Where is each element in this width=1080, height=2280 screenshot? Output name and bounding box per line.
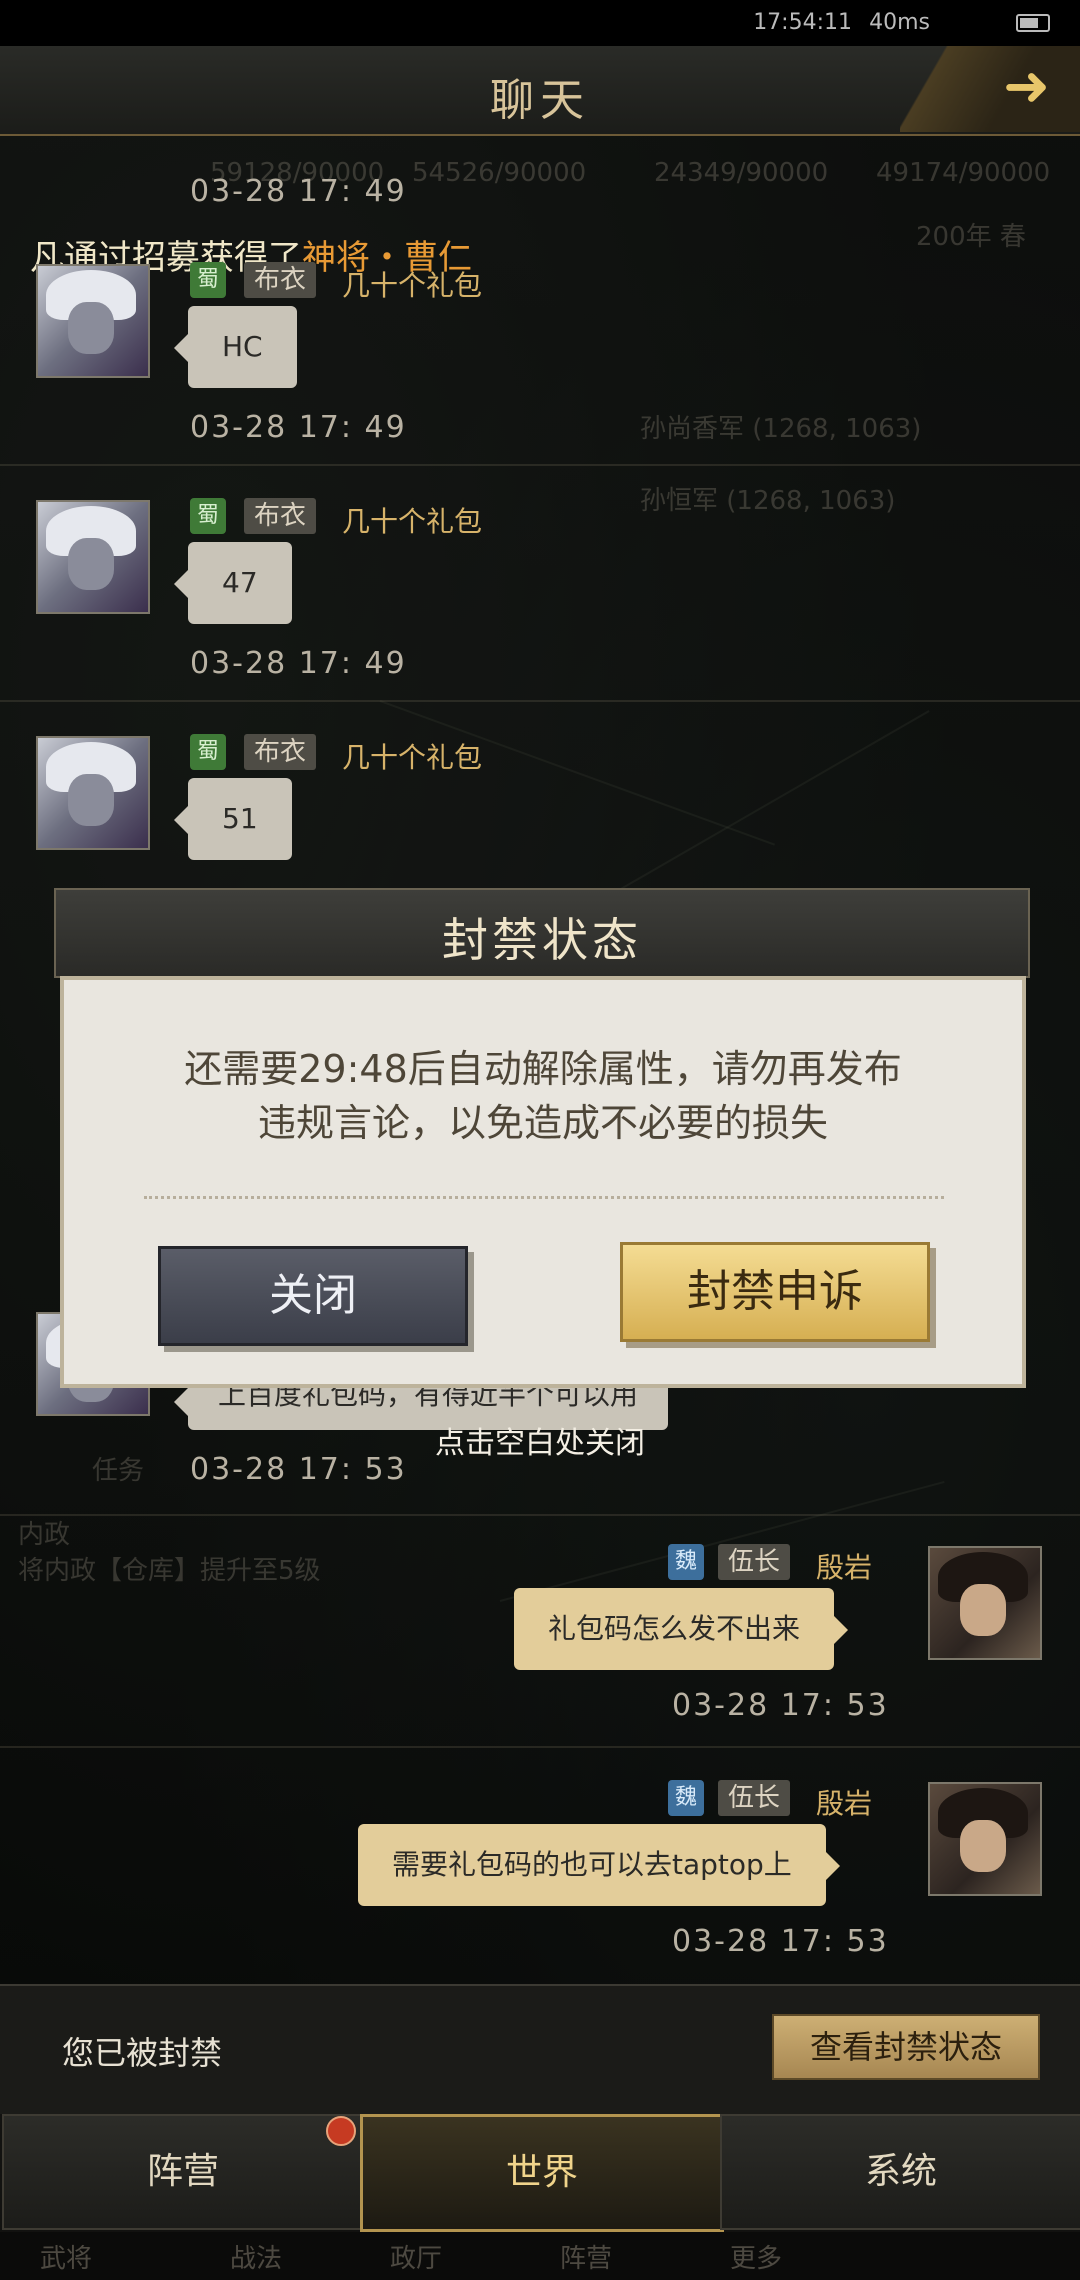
divider <box>0 1514 1080 1516</box>
channel-tabs: 阵营 世界 系统 <box>0 2114 1080 2232</box>
sender-name[interactable]: 几十个礼包 <box>342 736 482 776</box>
rank-badge: 伍长 <box>718 1544 791 1580</box>
arrow-right-icon: ➜ <box>1003 54 1050 119</box>
dialog-message-line-1: 还需要29:48后自动解除属性，请勿再发布 <box>184 1047 902 1091</box>
status-time: 17:54:11 <box>753 10 852 35</box>
divider <box>0 700 1080 702</box>
close-button[interactable]: 关闭 <box>158 1246 468 1346</box>
close-chat-button[interactable]: ➜ <box>900 46 1080 132</box>
message-time: 03-28 17: 49 <box>190 646 407 681</box>
rank-badge: 布衣 <box>244 262 317 298</box>
sender-name[interactable]: 几十个礼包 <box>342 264 482 304</box>
ban-notice: 您已被封禁 <box>62 2034 223 2072</box>
message-time: 03-28 17: 49 <box>190 174 407 209</box>
message-time: 03-28 17: 53 <box>672 1688 889 1723</box>
sender-name[interactable]: 殷岩 <box>816 1782 872 1822</box>
dialog-message-line-2: 违规言论，以免造成不必要的损失 <box>257 1101 828 1145</box>
avatar[interactable] <box>928 1782 1042 1896</box>
view-ban-status-button[interactable]: 查看封禁状态 <box>772 2014 1040 2080</box>
message-time: 03-28 17: 49 <box>190 410 407 445</box>
message-bubble[interactable]: HC <box>174 306 297 388</box>
battery-icon <box>1016 14 1050 32</box>
dialog-body: 还需要29:48后自动解除属性，请勿再发布 违规言论，以免造成不必要的损失 关闭… <box>60 976 1026 1388</box>
status-bar: 17:54:11 40ms <box>0 0 1080 46</box>
sender-name[interactable]: 几十个礼包 <box>342 500 482 540</box>
ban-status-bar: 您已被封禁 查看封禁状态 <box>0 1984 1080 2116</box>
message-bubble[interactable]: 需要礼包码的也可以去taptop上 <box>358 1824 840 1906</box>
tab-system[interactable]: 系统 <box>720 2114 1080 2230</box>
faction-badge: 魏 <box>668 1780 704 1816</box>
faction-badge: 蜀 <box>190 262 226 298</box>
rank-badge: 布衣 <box>244 498 317 534</box>
sender-name[interactable]: 殷岩 <box>816 1546 872 1586</box>
faction-badge: 蜀 <box>190 734 226 770</box>
nav-item: 政厅 <box>390 2244 443 2274</box>
ban-status-dialog: 封禁状态 还需要29:48后自动解除属性，请勿再发布 违规言论，以免造成不必要的… <box>54 888 1030 1388</box>
nav-item: 更多 <box>730 2244 783 2274</box>
message-bubble[interactable]: 47 <box>174 542 292 624</box>
nav-item: 战法 <box>230 2244 283 2274</box>
faction-badge: 魏 <box>668 1544 704 1580</box>
avatar[interactable] <box>36 264 150 378</box>
avatar[interactable] <box>928 1546 1042 1660</box>
network-latency: 40ms <box>869 10 930 35</box>
tab-world[interactable]: 世界 <box>360 2114 724 2232</box>
nav-item: 阵营 <box>560 2244 613 2274</box>
dialog-message: 还需要29:48后自动解除属性，请勿再发布 违规言论，以免造成不必要的损失 <box>64 1042 1022 1150</box>
divider <box>0 1746 1080 1748</box>
faction-badge: 蜀 <box>190 498 226 534</box>
game-bottom-nav: 武将 战法 政厅 阵营 更多 <box>0 2232 1080 2280</box>
ban-appeal-button[interactable]: 封禁申诉 <box>620 1242 930 1342</box>
rank-badge: 布衣 <box>244 734 317 770</box>
avatar[interactable] <box>36 736 150 850</box>
rank-badge: 伍长 <box>718 1780 791 1816</box>
dotted-divider <box>144 1196 944 1199</box>
notification-dot <box>326 2116 356 2146</box>
dialog-title: 封禁状态 <box>442 913 642 967</box>
message-bubble[interactable]: 礼包码怎么发不出来 <box>514 1588 849 1670</box>
avatar[interactable] <box>36 500 150 614</box>
message-bubble[interactable]: 51 <box>174 778 292 860</box>
divider <box>0 464 1080 466</box>
nav-item: 武将 <box>40 2244 93 2274</box>
message-time: 03-28 17: 53 <box>672 1924 889 1959</box>
tab-faction[interactable]: 阵营 <box>2 2114 364 2230</box>
tap-to-close-hint: 点击空白处关闭 <box>435 1426 645 1461</box>
dialog-header: 封禁状态 <box>54 888 1030 978</box>
